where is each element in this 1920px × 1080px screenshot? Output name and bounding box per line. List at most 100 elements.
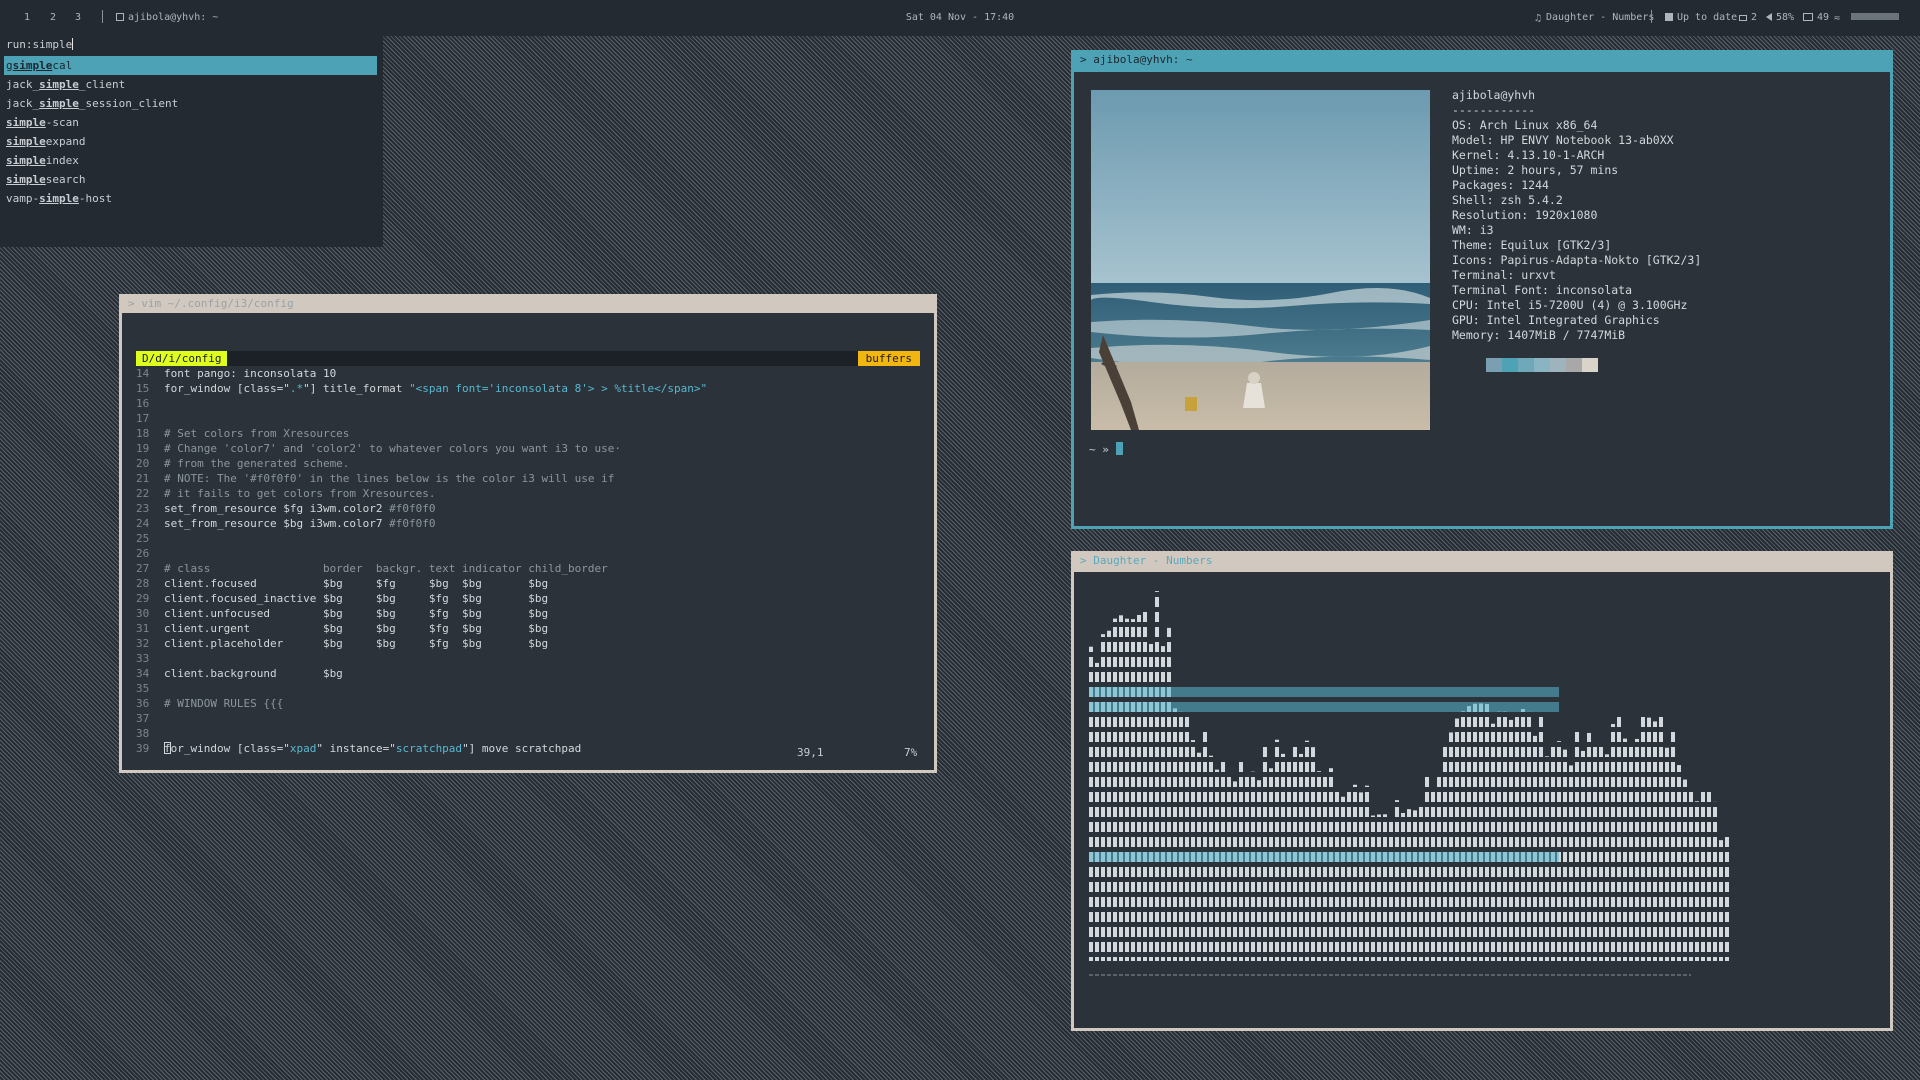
code-line[interactable]: 24 set_from_resource $bg i3wm.color7 #f0f…	[136, 516, 707, 531]
code-line[interactable]: 29 client.focused_inactive $bg $bg $fg $b…	[136, 591, 707, 606]
row-gap	[1074, 892, 1890, 897]
code-line[interactable]: 21 # NOTE: The '#f0f0f0' in the lines bel…	[136, 471, 707, 486]
row-gap	[1074, 802, 1890, 807]
text-cursor	[72, 38, 74, 50]
updates-widget[interactable]: Up to date	[1665, 12, 1737, 23]
code-line[interactable]: 22 # it fails to get colors from Xresourc…	[136, 486, 707, 501]
code-line[interactable]: 35	[136, 681, 707, 696]
code-line[interactable]: 28 client.focused $bg $fg $bg $bg $bg	[136, 576, 707, 591]
workspace-1[interactable]: 1	[24, 12, 30, 23]
info-value: 2 hours, 57 mins	[1507, 163, 1619, 177]
color-swatch	[1518, 358, 1534, 372]
line-number: 35	[136, 682, 150, 695]
code-line[interactable]: 25	[136, 531, 707, 546]
code-line[interactable]: 32 client.placeholder $bg $bg $fg $bg $bg	[136, 636, 707, 651]
code-line[interactable]: 39 for_window [class="xpad" instance="scr…	[136, 741, 707, 756]
system-info-line: GPU: Intel Integrated Graphics	[1452, 313, 1701, 328]
code-line[interactable]: 15 for_window [class=".*"] title_format "…	[136, 381, 707, 396]
system-info-line: Terminal Font: inconsolata	[1452, 283, 1701, 298]
code-token: #f0f0f0	[389, 517, 436, 530]
window-titlebar[interactable]: > ajibola@yhvh: ~	[1071, 50, 1893, 69]
buffers-tab[interactable]: buffers	[857, 351, 920, 366]
line-number: 17	[136, 412, 150, 425]
code-line[interactable]: 20 # from the generated scheme.	[136, 456, 707, 471]
volume-label: 58%	[1776, 12, 1795, 23]
launcher-result-item[interactable]: vamp-simple-host	[4, 189, 377, 208]
spectrum-bar	[1257, 780, 1261, 961]
shell-prompt[interactable]: ~ »	[1089, 442, 1123, 456]
mail-widget[interactable]: 2	[1739, 12, 1757, 23]
code-line[interactable]: 38	[136, 726, 707, 741]
file-tab[interactable]: D/d/i/config	[136, 351, 228, 366]
volume-widget[interactable]: 58%	[1766, 12, 1794, 23]
code-token: "] title_format	[303, 382, 410, 395]
code-line[interactable]: 26	[136, 546, 707, 561]
code-token: client.urgent $bg $bg $fg $bg $bg	[164, 622, 549, 635]
spectrum-bar	[1365, 785, 1369, 961]
code-line[interactable]: 14 font pango: inconsolata 10	[136, 366, 707, 381]
result-suffix: search	[45, 173, 86, 186]
launcher-result-item[interactable]: simpleexpand	[4, 132, 377, 151]
info-key: GPU:	[1452, 313, 1487, 327]
code-line[interactable]: 17	[136, 411, 707, 426]
vim-buffer-text[interactable]: 14 font pango: inconsolata 10 15 for_window…	[136, 366, 707, 756]
spectrum-bar	[1725, 835, 1729, 961]
vim-window[interactable]: > vim ~/.config/i3/config D/d/i/config b…	[119, 294, 937, 773]
code-token: # it fails to get colors from Xresources…	[164, 487, 436, 500]
accent-row	[1089, 852, 1559, 862]
result-match: simple	[6, 135, 46, 148]
spectrum-bar	[1629, 745, 1633, 961]
code-line[interactable]: 30 client.unfocused $bg $bg $fg $bg $bg	[136, 606, 707, 621]
info-value: inconsolata	[1555, 283, 1633, 297]
system-info-line: Resolution: 1920x1080	[1452, 208, 1701, 223]
launcher-result-item[interactable]: simple-scan	[4, 113, 377, 132]
music-widget[interactable]: ♫ Daughter - Numbers	[1535, 12, 1654, 24]
terminal-window[interactable]: > ajibola@yhvh: ~ ajibola@yhvh ---------…	[1071, 50, 1893, 529]
spectrum-bar	[1353, 784, 1357, 961]
code-line[interactable]: 27 # class border backgr. text indicator …	[136, 561, 707, 576]
clock: Sat 04 Nov - 17:40	[905, 12, 1015, 23]
code-token: # WINDOW RULES {{{	[164, 697, 284, 710]
line-number: 26	[136, 547, 150, 560]
code-line[interactable]: 37	[136, 711, 707, 726]
line-number: 19	[136, 442, 150, 455]
info-value: Arch Linux x86_64	[1479, 118, 1598, 132]
system-info-line: Uptime: 2 hours, 57 mins	[1452, 163, 1701, 178]
code-line[interactable]: 19 # Change 'color7' and 'color2' to what…	[136, 441, 707, 456]
code-line[interactable]: 23 set_from_resource $fg i3wm.color2 #f0f…	[136, 501, 707, 516]
result-match: simple	[39, 97, 79, 110]
system-info-line: WM: i3	[1452, 223, 1701, 238]
result-match: simple	[6, 116, 46, 129]
launcher-result-item[interactable]: gsimplecal	[4, 56, 377, 75]
audio-visualizer-window[interactable]: > Daughter - Numbers	[1071, 551, 1893, 1031]
vim-editor[interactable]: D/d/i/config buffers 14 font pango: incon…	[122, 313, 934, 770]
line-number: 38	[136, 727, 150, 740]
launcher-result-item[interactable]: jack_simple_session_client	[4, 94, 377, 113]
row-gap	[1074, 772, 1890, 777]
code-line[interactable]: 31 client.urgent $bg $bg $fg $bg $bg	[136, 621, 707, 636]
volume-bar[interactable]	[1851, 13, 1899, 20]
code-line[interactable]: 34 client.background $bg	[136, 666, 707, 681]
row-gap	[1074, 637, 1890, 642]
code-line[interactable]: 33	[136, 651, 707, 666]
code-token: client.unfocused $bg $bg $fg $bg $bg	[164, 607, 549, 620]
window-titlebar[interactable]: > vim ~/.config/i3/config	[119, 294, 937, 313]
code-line[interactable]: 18 # Set colors from Xresources	[136, 426, 707, 441]
focused-window-title: ajibola@yhvh: ~	[116, 12, 218, 23]
launcher-input[interactable]: run:simple	[6, 38, 74, 51]
window-titlebar[interactable]: > Daughter - Numbers	[1071, 551, 1893, 570]
color-swatch	[1550, 358, 1566, 372]
workspace-2[interactable]: 2	[50, 12, 56, 23]
code-line[interactable]: 36 # WINDOW RULES {{{	[136, 696, 707, 711]
terminal-output[interactable]: ajibola@yhvh ------------ OS: Arch Linux…	[1074, 72, 1890, 526]
result-prefix: jack_	[6, 97, 40, 110]
wifi-widget[interactable]: ≂	[1834, 12, 1844, 24]
separator	[102, 10, 103, 23]
launcher-result-item[interactable]: simplesearch	[4, 170, 377, 189]
speaker-icon	[1766, 13, 1772, 21]
launcher-result-item[interactable]: simpleindex	[4, 151, 377, 170]
workspace-3[interactable]: 3	[75, 12, 81, 23]
launcher-result-item[interactable]: jack_simple_client	[4, 75, 377, 94]
row-gap	[1074, 832, 1890, 837]
code-line[interactable]: 16	[136, 396, 707, 411]
